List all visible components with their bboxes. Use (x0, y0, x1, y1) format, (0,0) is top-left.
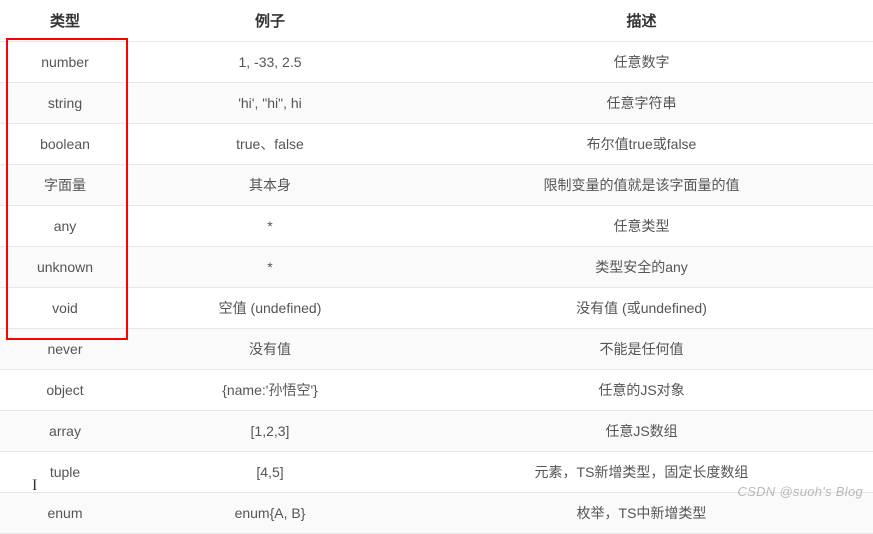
cell-description: 布尔值true或false (410, 124, 873, 165)
cell-example: true、false (130, 124, 410, 165)
table-row: never 没有值 不能是任何值 (0, 329, 873, 370)
cell-type: tuple (0, 452, 130, 493)
table-row: object {name:'孙悟空'} 任意的JS对象 (0, 370, 873, 411)
table-row: 字面量 其本身 限制变量的值就是该字面量的值 (0, 165, 873, 206)
cell-type: 字面量 (0, 165, 130, 206)
cell-description: 任意数字 (410, 42, 873, 83)
watermark-text: CSDN @suoh's Blog (737, 484, 863, 499)
cell-type: unknown (0, 247, 130, 288)
cell-example: 'hi', "hi", hi (130, 83, 410, 124)
header-description: 描述 (410, 0, 873, 42)
cell-example: 空值 (undefined) (130, 288, 410, 329)
cell-description: 任意JS数组 (410, 411, 873, 452)
cell-description: 类型安全的any (410, 247, 873, 288)
types-table: 类型 例子 描述 number 1, -33, 2.5 任意数字 string … (0, 0, 873, 534)
cell-type: array (0, 411, 130, 452)
cell-example: 1, -33, 2.5 (130, 42, 410, 83)
table-row: string 'hi', "hi", hi 任意字符串 (0, 83, 873, 124)
header-example: 例子 (130, 0, 410, 42)
table-row: void 空值 (undefined) 没有值 (或undefined) (0, 288, 873, 329)
cell-type: object (0, 370, 130, 411)
cell-description: 不能是任何值 (410, 329, 873, 370)
table-row: any * 任意类型 (0, 206, 873, 247)
cell-type: void (0, 288, 130, 329)
cell-description: 限制变量的值就是该字面量的值 (410, 165, 873, 206)
cell-example: {name:'孙悟空'} (130, 370, 410, 411)
cell-example: 其本身 (130, 165, 410, 206)
cell-example: * (130, 206, 410, 247)
cell-description: 任意的JS对象 (410, 370, 873, 411)
text-cursor-icon: I (32, 477, 37, 495)
cell-description: 任意类型 (410, 206, 873, 247)
cell-description: 没有值 (或undefined) (410, 288, 873, 329)
cell-type: never (0, 329, 130, 370)
table-row: unknown * 类型安全的any (0, 247, 873, 288)
cell-example: * (130, 247, 410, 288)
cell-example: enum{A, B} (130, 493, 410, 534)
cell-example: 没有值 (130, 329, 410, 370)
header-type: 类型 (0, 0, 130, 42)
cell-type: enum (0, 493, 130, 534)
table-header-row: 类型 例子 描述 (0, 0, 873, 42)
table-row: number 1, -33, 2.5 任意数字 (0, 42, 873, 83)
table-row: boolean true、false 布尔值true或false (0, 124, 873, 165)
cell-type: string (0, 83, 130, 124)
cell-type: any (0, 206, 130, 247)
cell-description: 任意字符串 (410, 83, 873, 124)
types-table-container: 类型 例子 描述 number 1, -33, 2.5 任意数字 string … (0, 0, 873, 534)
cell-example: [1,2,3] (130, 411, 410, 452)
cell-type: boolean (0, 124, 130, 165)
cell-type: number (0, 42, 130, 83)
table-row: array [1,2,3] 任意JS数组 (0, 411, 873, 452)
cell-example: [4,5] (130, 452, 410, 493)
